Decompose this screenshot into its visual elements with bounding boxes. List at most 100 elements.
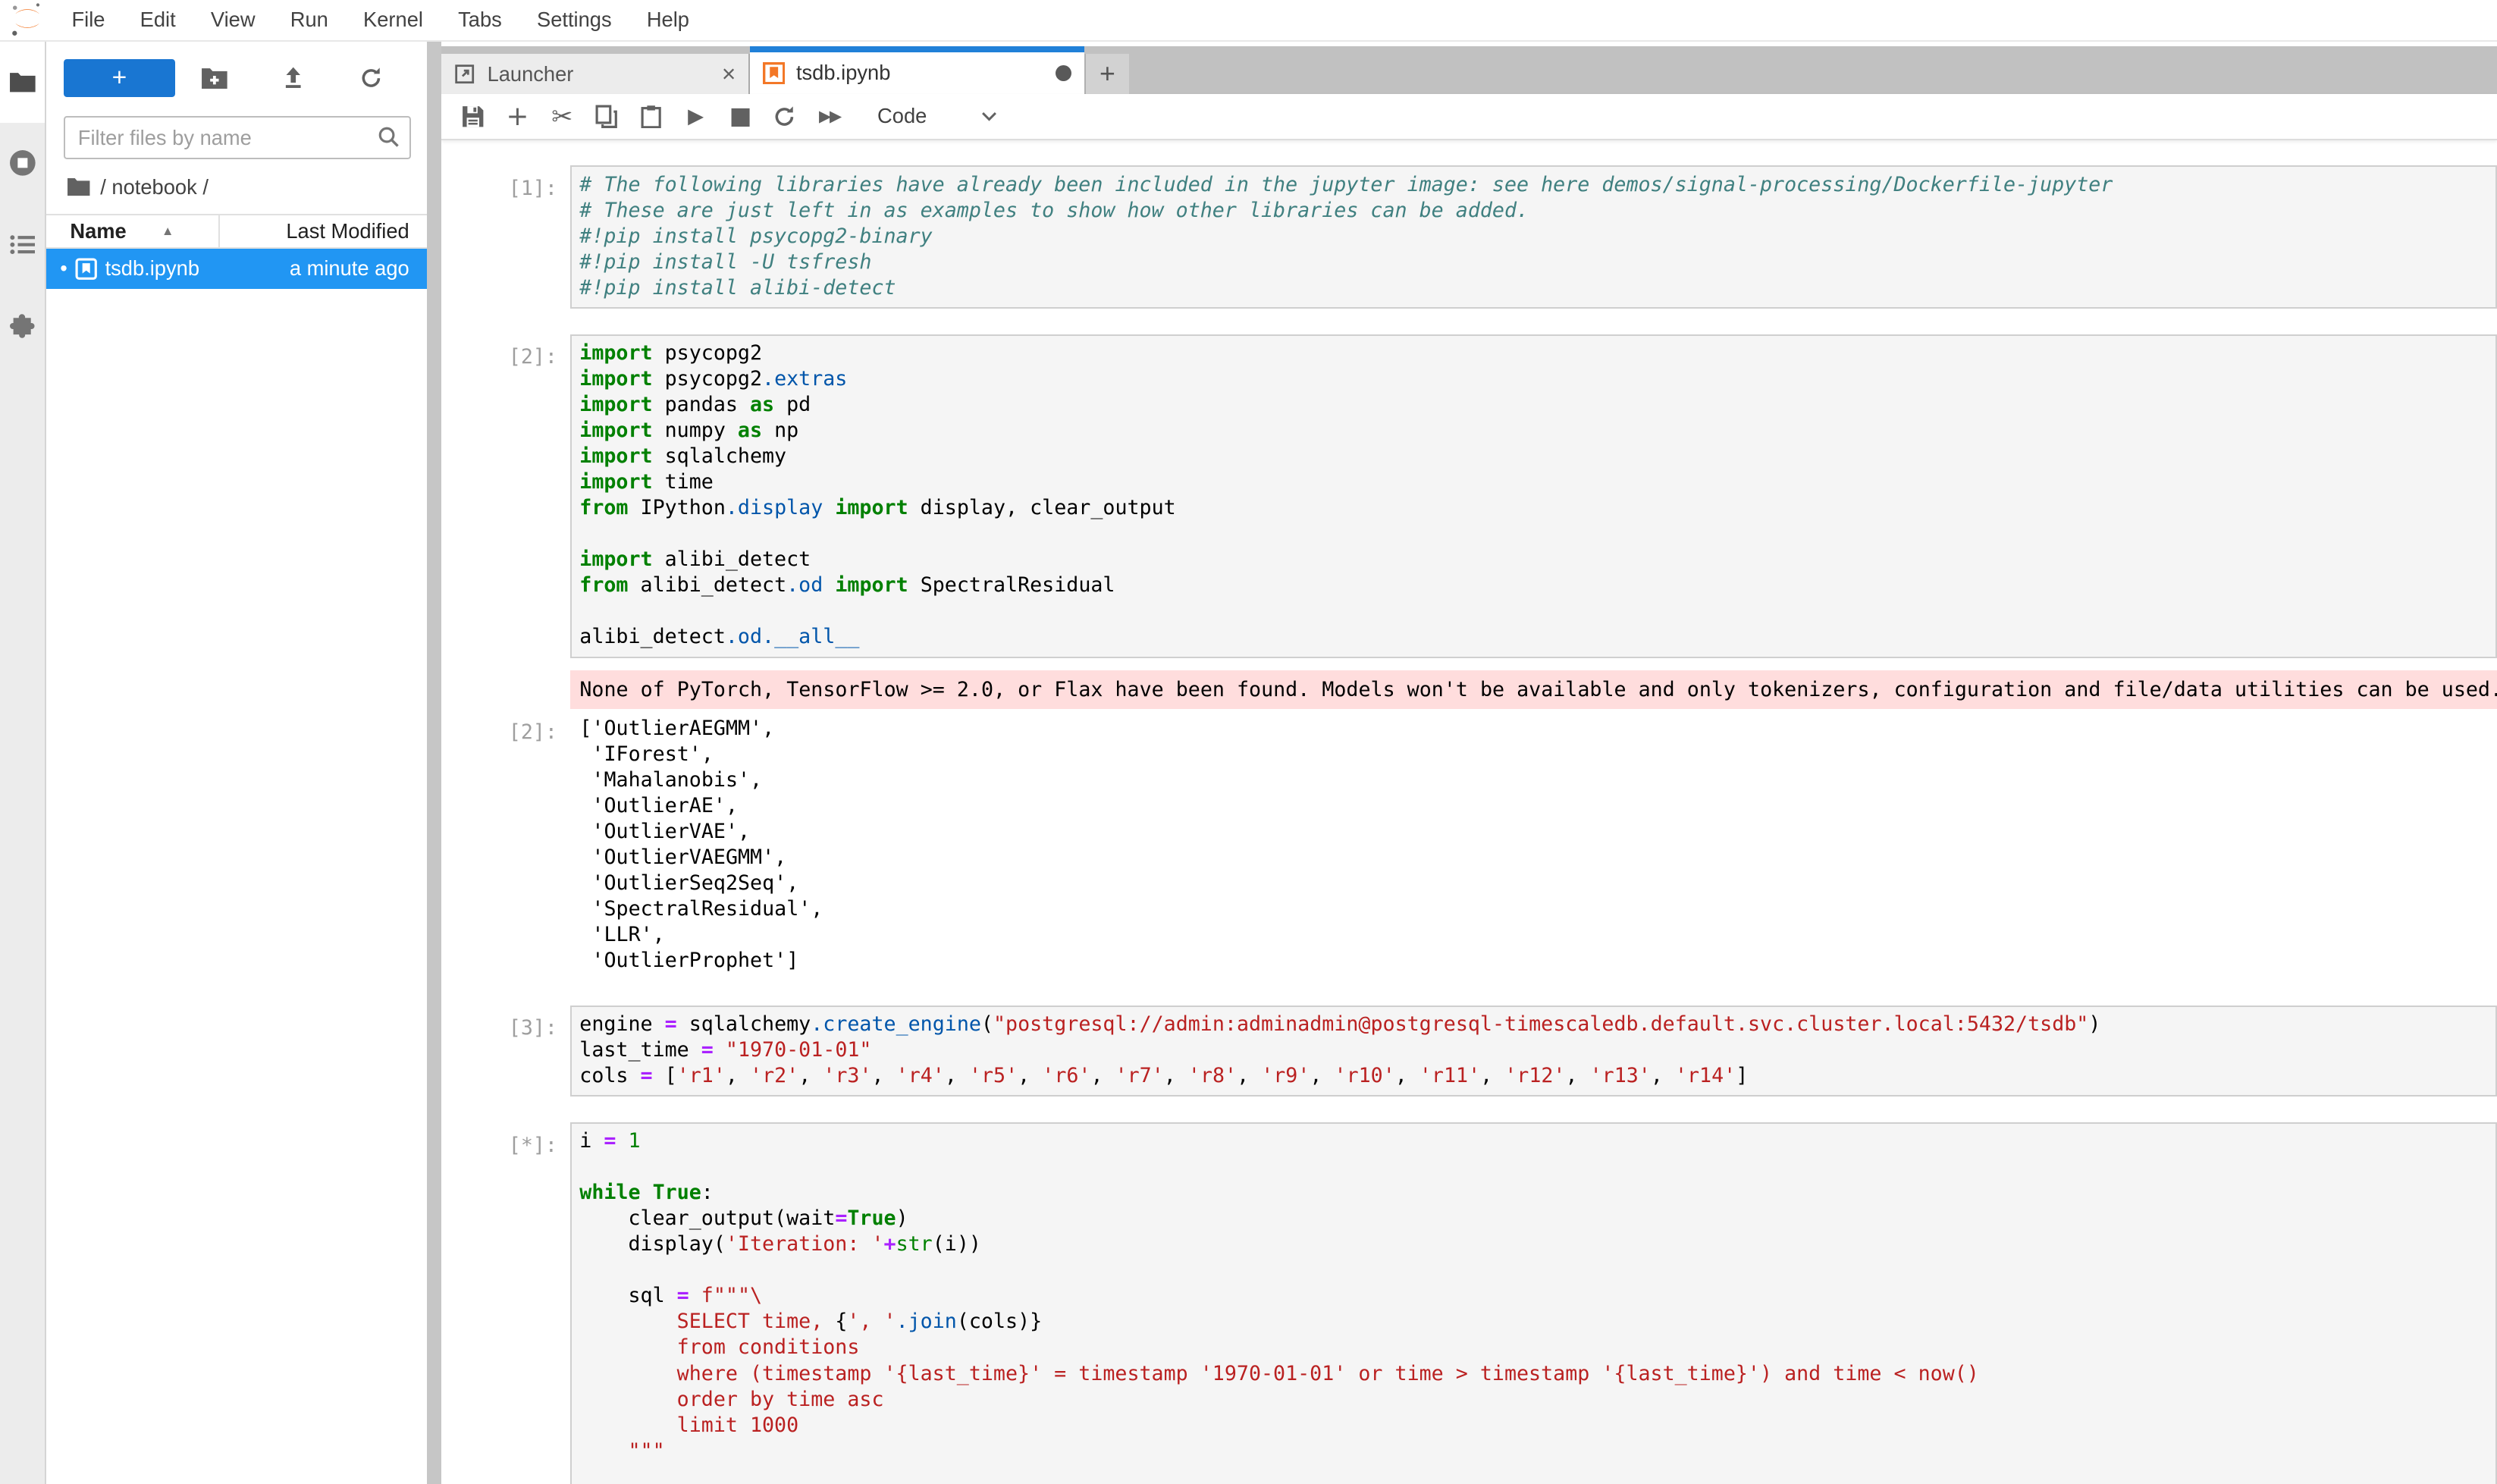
notebook-file-icon xyxy=(75,258,97,280)
cut-cells-button[interactable]: ✂ xyxy=(540,97,585,135)
notebook-cells: [1]:# The following libraries have alrea… xyxy=(441,165,2497,1484)
menu-help[interactable]: Help xyxy=(629,0,707,41)
column-header-name[interactable]: Name ▲ xyxy=(46,215,220,247)
code-editor[interactable]: i = 1 while True: clear_output(wait=True… xyxy=(570,1122,2497,1484)
code-line: sql = f"""\ xyxy=(579,1283,2495,1309)
cell-prompt xyxy=(441,670,570,709)
menu-edit[interactable]: Edit xyxy=(123,0,193,41)
code-line xyxy=(579,1464,2495,1484)
search-icon xyxy=(376,124,402,150)
copy-cells-button[interactable] xyxy=(585,97,629,135)
cell-prompt: [1]: xyxy=(441,165,570,309)
new-tab-button[interactable]: + xyxy=(1084,54,1129,93)
cell-prompt: [2]: xyxy=(441,709,570,980)
code-line: import psycopg2 xyxy=(579,340,2495,366)
sidebar-tab-running-sessions[interactable] xyxy=(0,123,45,204)
cell-prompt: [3]: xyxy=(441,1006,570,1097)
sidebar-tab-file-browser[interactable] xyxy=(0,42,45,123)
code-line: from IPython.display import display, cle… xyxy=(579,495,2495,521)
code-line: import numpy as np xyxy=(579,418,2495,444)
running-icon xyxy=(9,149,36,177)
menu-run[interactable]: Run xyxy=(273,0,346,41)
scissors-icon: ✂ xyxy=(551,102,572,131)
code-line: display('Iteration: '+str(i)) xyxy=(579,1231,2495,1257)
run-button[interactable]: ▶ xyxy=(673,97,718,135)
tab-tsdb-notebook[interactable]: tsdb.ipynb xyxy=(750,46,1084,94)
upload-button[interactable] xyxy=(254,59,333,97)
output-line: 'IForest', xyxy=(579,742,2496,767)
file-name: tsdb.ipynb xyxy=(105,256,199,281)
code-line xyxy=(579,1257,2495,1283)
code-line xyxy=(579,521,2495,547)
add-cell-button[interactable]: + xyxy=(495,97,540,135)
dock-tab-bar: Launcher × tsdb.ipynb + xyxy=(441,46,2497,94)
code-cell: [2]:import psycopg2import psycopg2.extra… xyxy=(441,334,2497,658)
sort-asc-icon: ▲ xyxy=(162,224,174,239)
code-line: alibi_detect.od.__all__ xyxy=(579,624,2495,650)
puzzle-icon xyxy=(10,313,36,339)
sidebar-tab-extensions[interactable] xyxy=(0,285,45,366)
restart-kernel-button[interactable] xyxy=(763,97,808,135)
code-line: import psycopg2.extras xyxy=(579,366,2495,392)
cell-type-dropdown[interactable]: Code xyxy=(867,101,1006,131)
copy-icon xyxy=(595,105,617,128)
save-icon xyxy=(461,105,485,128)
code-line: #!pip install alibi-detect xyxy=(579,275,2495,301)
code-editor[interactable]: engine = sqlalchemy.create_engine("postg… xyxy=(570,1006,2497,1097)
file-row-tsdb[interactable]: • tsdb.ipynb a minute ago xyxy=(46,249,427,288)
code-line: while True: xyxy=(579,1180,2495,1206)
interrupt-kernel-button[interactable]: ■ xyxy=(718,97,763,135)
unsaved-changes-dot[interactable] xyxy=(1056,65,1071,81)
output-line: 'LLR', xyxy=(579,922,2496,948)
code-line xyxy=(579,598,2495,624)
menu-tabs[interactable]: Tabs xyxy=(441,0,519,41)
menu-view[interactable]: View xyxy=(193,0,273,41)
tab-launcher[interactable]: Launcher × xyxy=(441,54,750,93)
activity-bar xyxy=(0,42,46,1484)
code-cell: [1]:# The following libraries have alrea… xyxy=(441,165,2497,309)
code-line: limit 1000 xyxy=(579,1413,2495,1439)
close-icon[interactable]: × xyxy=(722,64,736,84)
refresh-button[interactable] xyxy=(332,59,411,97)
menu-bar-items: FileEditViewRunKernelTabsSettingsHelp xyxy=(54,0,707,41)
sidebar-splitter[interactable] xyxy=(427,42,441,1484)
file-modified: a minute ago xyxy=(199,256,427,281)
tab-label: tsdb.ipynb xyxy=(796,61,890,85)
code-line: last_time = "1970-01-01" xyxy=(579,1037,2495,1063)
paste-icon xyxy=(641,105,661,128)
paste-cells-button[interactable] xyxy=(629,97,673,135)
restart-run-all-button[interactable]: ▶▶ xyxy=(808,97,852,135)
code-editor[interactable]: import psycopg2import psycopg2.extras imp… xyxy=(570,334,2497,658)
code-line: """ xyxy=(579,1439,2495,1464)
folder-icon xyxy=(9,71,36,93)
code-line: order by time asc xyxy=(579,1387,2495,1413)
home-folder-icon xyxy=(67,177,90,196)
filter-wrap xyxy=(64,116,411,159)
menu-file[interactable]: File xyxy=(54,0,122,41)
code-line: engine = sqlalchemy.create_engine("postg… xyxy=(579,1012,2495,1037)
menu-kernel[interactable]: Kernel xyxy=(346,0,441,41)
tab-label: Launcher xyxy=(488,62,574,86)
file-browser-toolbar: + xyxy=(46,42,427,97)
cell-type-value: Code xyxy=(877,104,927,128)
sidebar-tab-table-of-contents[interactable] xyxy=(0,204,45,285)
new-launcher-button[interactable]: + xyxy=(64,59,175,97)
cell-prompt: [*]: xyxy=(441,1122,570,1484)
menu-bar: FileEditViewRunKernelTabsSettingsHelp xyxy=(0,0,2497,42)
execute-result-output: ['OutlierAEGMM', 'IForest', 'Mahalanobis… xyxy=(570,709,2497,980)
list-icon xyxy=(10,234,36,255)
code-editor[interactable]: # The following libraries have already b… xyxy=(570,165,2497,309)
save-button[interactable] xyxy=(450,97,495,135)
new-folder-button[interactable] xyxy=(175,59,254,97)
breadcrumb[interactable]: / notebook / xyxy=(46,159,427,199)
filter-files-input[interactable] xyxy=(64,116,411,159)
code-line: where (timestamp '{last_time}' = timesta… xyxy=(579,1361,2495,1387)
code-line: clear_output(wait=True) xyxy=(579,1206,2495,1231)
output-cell: [2]:['OutlierAEGMM', 'IForest', 'Mahalan… xyxy=(441,709,2497,980)
notebook-scroll-area[interactable]: [1]:# The following libraries have alrea… xyxy=(441,140,2497,1484)
main-dock-panel: Launcher × tsdb.ipynb + xyxy=(441,42,2497,1484)
menu-settings[interactable]: Settings xyxy=(519,0,629,41)
code-line: # These are just left in as examples to … xyxy=(579,198,2495,224)
notebook-icon xyxy=(763,62,785,84)
column-header-last-modified[interactable]: Last Modified xyxy=(220,219,427,243)
